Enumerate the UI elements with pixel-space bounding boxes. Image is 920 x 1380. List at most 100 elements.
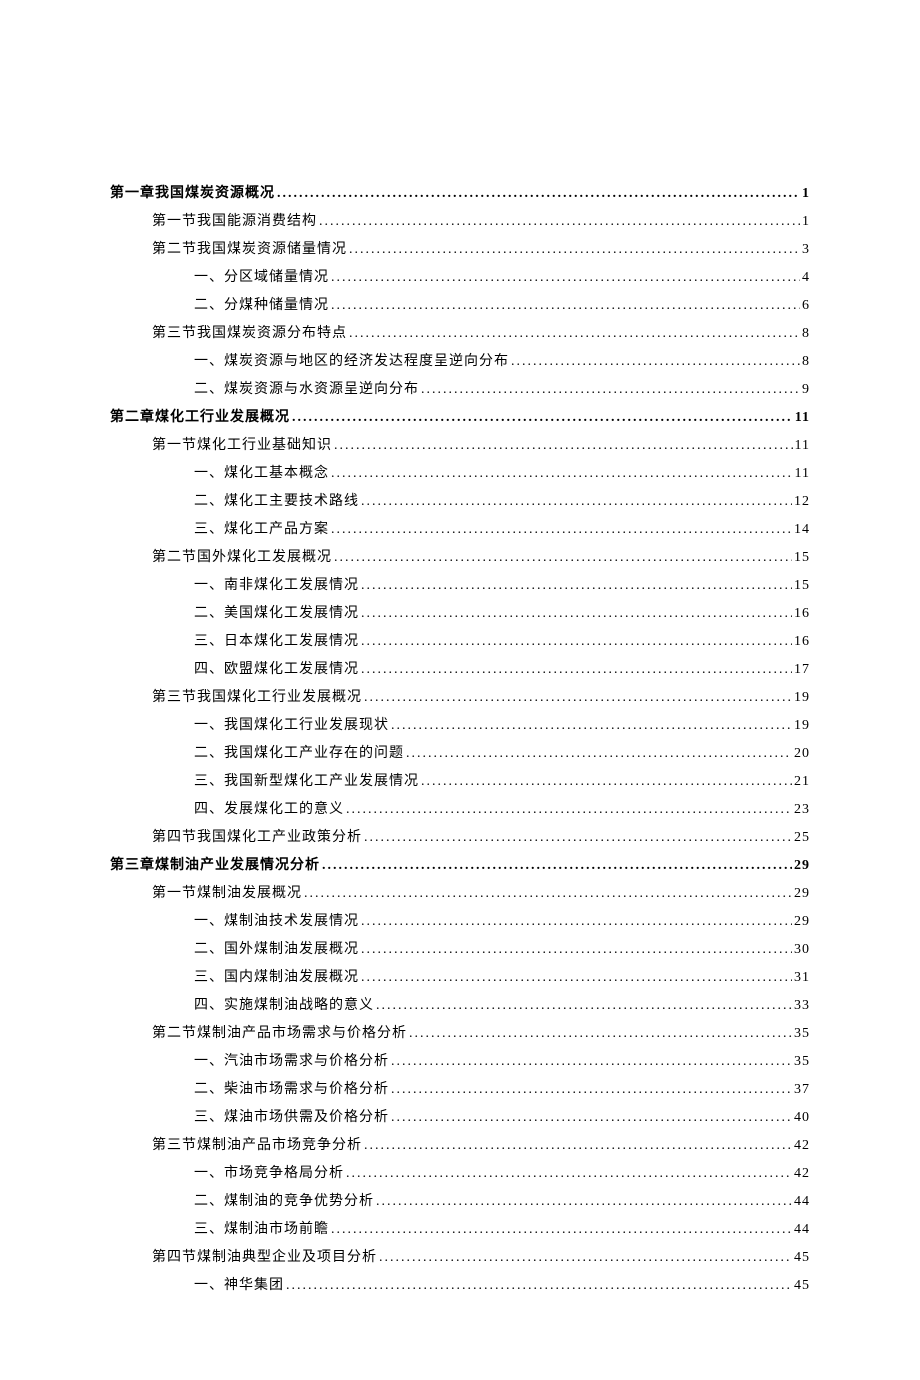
- toc-entry-page: 4: [802, 264, 810, 292]
- toc-entry: 一、神华集团45: [194, 1272, 810, 1300]
- toc-entry-page: 21: [794, 768, 810, 796]
- toc-entry: 一、汽油市场需求与价格分析35: [194, 1048, 810, 1076]
- toc-leader-dots: [331, 460, 793, 488]
- toc-entry-title: 二、国外煤制油发展概况: [194, 936, 359, 964]
- toc-entry-title: 第一节煤化工行业基础知识: [152, 432, 332, 460]
- toc-entry: 一、市场竞争格局分析42: [194, 1160, 810, 1188]
- toc-entry-title: 第二章煤化工行业发展概况: [110, 404, 290, 432]
- toc-entry-title: 第二节国外煤化工发展概况: [152, 544, 332, 572]
- toc-leader-dots: [364, 1132, 792, 1160]
- toc-entry-page: 16: [794, 600, 810, 628]
- toc-entry-page: 35: [794, 1020, 810, 1048]
- toc-entry-page: 6: [802, 292, 810, 320]
- toc-entry-title: 第一章我国煤炭资源概况: [110, 180, 275, 208]
- toc-entry: 一、煤化工基本概念11: [194, 460, 810, 488]
- toc-entry: 第二章煤化工行业发展概况 11: [110, 404, 810, 432]
- toc-entry-page: 16: [794, 628, 810, 656]
- toc-entry-title: 一、煤制油技术发展情况: [194, 908, 359, 936]
- toc-leader-dots: [376, 1188, 792, 1216]
- toc-entry: 第一章我国煤炭资源概况 1: [110, 180, 810, 208]
- toc-leader-dots: [421, 376, 800, 404]
- toc-entry-page: 44: [794, 1216, 810, 1244]
- toc-entry: 第四节我国煤化工产业政策分析 25: [152, 824, 810, 852]
- toc-entry: 三、煤化工产品方案14: [194, 516, 810, 544]
- toc-entry-page: 29: [794, 852, 810, 880]
- toc-entry-page: 15: [794, 544, 810, 572]
- toc-entry: 一、分区域储量情况 4: [194, 264, 810, 292]
- toc-leader-dots: [349, 236, 800, 264]
- toc-entry: 二、煤化工主要技术路线12: [194, 488, 810, 516]
- toc-leader-dots: [361, 628, 792, 656]
- toc-leader-dots: [406, 740, 792, 768]
- toc-leader-dots: [391, 712, 792, 740]
- toc-entry: 二、分煤种储量情况6: [194, 292, 810, 320]
- toc-leader-dots: [361, 936, 792, 964]
- toc-entry: 三、国内煤制油发展概况31: [194, 964, 810, 992]
- toc-entry: 第二节煤制油产品市场需求与价格分析 35: [152, 1020, 810, 1048]
- toc-entry-page: 12: [794, 488, 810, 516]
- toc-leader-dots: [331, 264, 800, 292]
- toc-entry-title: 三、我国新型煤化工产业发展情况: [194, 768, 419, 796]
- toc-entry: 第三节煤制油产品市场竞争分析 42: [152, 1132, 810, 1160]
- page-content: 第一章我国煤炭资源概况1第一节我国能源消费结构1第二节我国煤炭资源储量情况3一、…: [0, 0, 920, 1380]
- toc-leader-dots: [349, 320, 800, 348]
- toc-leader-dots: [391, 1076, 792, 1104]
- toc-leader-dots: [346, 796, 792, 824]
- table-of-contents: 第一章我国煤炭资源概况1第一节我国能源消费结构1第二节我国煤炭资源储量情况3一、…: [110, 180, 810, 1300]
- toc-entry-page: 31: [794, 964, 810, 992]
- toc-leader-dots: [331, 292, 800, 320]
- toc-entry: 三、煤油市场供需及价格分析40: [194, 1104, 810, 1132]
- toc-entry: 第二节国外煤化工发展概况 15: [152, 544, 810, 572]
- toc-entry-title: 第一节我国能源消费结构: [152, 208, 317, 236]
- toc-entry-page: 20: [794, 740, 810, 768]
- toc-leader-dots: [364, 824, 792, 852]
- toc-leader-dots: [364, 684, 792, 712]
- toc-entry-title: 二、美国煤化工发展情况: [194, 600, 359, 628]
- toc-entry: 四、欧盟煤化工发展情况 17: [194, 656, 810, 684]
- toc-leader-dots: [361, 488, 792, 516]
- toc-entry: 一、我国煤化工行业发展现状 19: [194, 712, 810, 740]
- toc-entry-page: 25: [794, 824, 810, 852]
- toc-entry-title: 一、我国煤化工行业发展现状: [194, 712, 389, 740]
- toc-leader-dots: [391, 1048, 792, 1076]
- toc-entry-title: 第三节煤制油产品市场竞争分析: [152, 1132, 362, 1160]
- toc-entry: 三、日本煤化工发展情况 16: [194, 628, 810, 656]
- toc-entry-title: 三、日本煤化工发展情况: [194, 628, 359, 656]
- toc-entry-title: 第三节我国煤化工行业发展概况: [152, 684, 362, 712]
- toc-entry: 二、柴油市场需求与价格分析 37: [194, 1076, 810, 1104]
- toc-entry-title: 第四节我国煤化工产业政策分析: [152, 824, 362, 852]
- toc-entry-page: 9: [802, 376, 810, 404]
- toc-leader-dots: [511, 348, 800, 376]
- toc-entry: 四、发展煤化工的意义23: [194, 796, 810, 824]
- toc-entry-page: 8: [802, 320, 810, 348]
- toc-entry: 三、煤制油市场前瞻44: [194, 1216, 810, 1244]
- toc-entry-title: 一、分区域储量情况: [194, 264, 329, 292]
- toc-leader-dots: [319, 208, 800, 236]
- toc-entry: 第四节煤制油典型企业及项目分析45: [152, 1244, 810, 1272]
- toc-entry-page: 44: [794, 1188, 810, 1216]
- toc-leader-dots: [346, 1160, 792, 1188]
- toc-entry-title: 四、欧盟煤化工发展情况: [194, 656, 359, 684]
- toc-entry-page: 11: [795, 404, 810, 432]
- toc-entry: 三、我国新型煤化工产业发展情况 21: [194, 768, 810, 796]
- toc-leader-dots: [292, 404, 793, 432]
- toc-entry-page: 11: [795, 432, 810, 460]
- toc-leader-dots: [361, 908, 792, 936]
- toc-leader-dots: [304, 880, 792, 908]
- toc-entry-page: 23: [794, 796, 810, 824]
- toc-entry-page: 29: [794, 908, 810, 936]
- toc-entry: 第三章煤制油产业发展情况分析29: [110, 852, 810, 880]
- toc-leader-dots: [376, 992, 792, 1020]
- toc-entry-page: 37: [794, 1076, 810, 1104]
- toc-entry-title: 二、煤炭资源与水资源呈逆向分布: [194, 376, 419, 404]
- toc-entry-page: 1: [802, 180, 810, 208]
- toc-leader-dots: [286, 1272, 792, 1300]
- toc-entry-title: 第二节煤制油产品市场需求与价格分析: [152, 1020, 407, 1048]
- toc-entry-page: 3: [802, 236, 810, 264]
- toc-entry-page: 42: [794, 1132, 810, 1160]
- toc-entry-page: 11: [795, 460, 810, 488]
- toc-entry-page: 19: [794, 712, 810, 740]
- toc-leader-dots: [409, 1020, 792, 1048]
- toc-entry-page: 17: [794, 656, 810, 684]
- toc-entry-title: 二、柴油市场需求与价格分析: [194, 1076, 389, 1104]
